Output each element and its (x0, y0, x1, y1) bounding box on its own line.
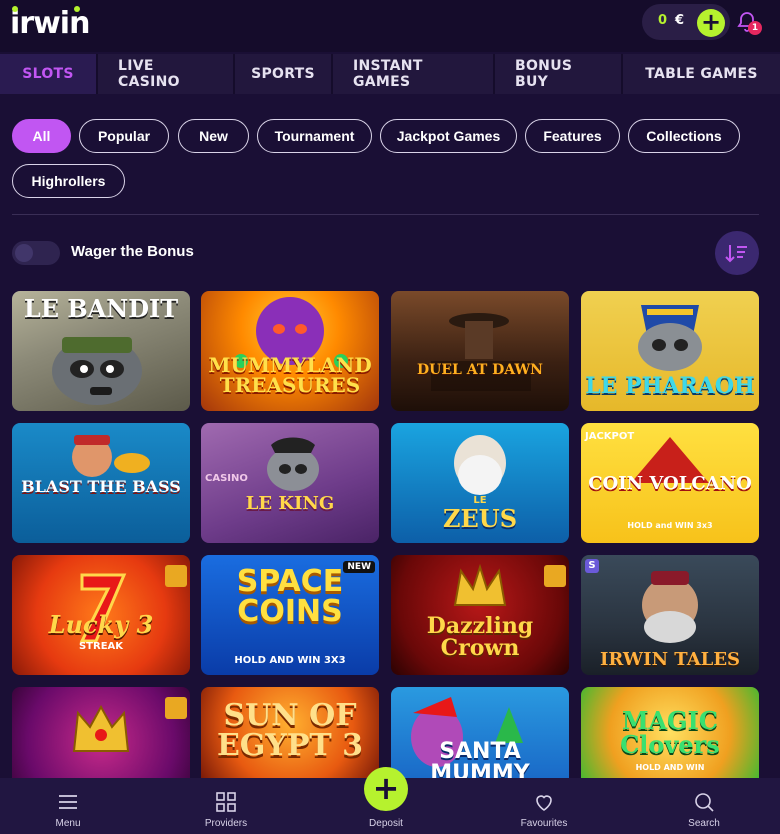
wager-bonus-toggle[interactable] (12, 241, 60, 265)
filter-new[interactable]: New (178, 119, 249, 153)
game-tile-sun-of-egypt-3[interactable]: SUN OF EGYPT 3 (201, 687, 379, 778)
filter-jackpot-games[interactable]: Jackpot Games (380, 119, 517, 153)
game-title: SUN OF EGYPT 3 (216, 698, 364, 763)
game-title: SANTA MUMMY (430, 739, 530, 779)
game-tile-santa-mummy[interactable]: SANTA MUMMY (391, 687, 569, 778)
game-tile-le-pharaoh[interactable]: LE PHARAOH (581, 291, 759, 411)
game-title: MUMMYLAND TREASURES (208, 353, 372, 397)
raccoon-bandit-art (52, 337, 142, 405)
game-tile-mummyland-treasures[interactable]: MUMMYLAND TREASURES (201, 291, 379, 411)
filter-all[interactable]: All (12, 119, 71, 153)
toggle-knob (15, 244, 33, 262)
irwin-logo[interactable]: irwin (10, 6, 90, 41)
game-title: BLAST THE BASS (21, 477, 181, 496)
grid-icon (216, 792, 236, 812)
tab-bonus-buy[interactable]: BONUS BUY (495, 54, 621, 94)
heart-icon (536, 795, 552, 811)
category-tabs: SLOTS LIVE CASINO SPORTS INSTANT GAMES B… (0, 54, 780, 94)
notification-badge: 1 (748, 21, 762, 35)
game-title: Dazzling Crown (426, 613, 534, 661)
game-tile-le-king[interactable]: CASINO LE KING (201, 423, 379, 543)
game-subtitle: HOLD AND WIN (635, 763, 705, 772)
top-header: irwin 0 € + 1 (0, 0, 780, 52)
nav-label: Providers (204, 818, 248, 829)
game-title: SPACE COINS (236, 564, 344, 629)
balance-amount: 0 (658, 13, 668, 28)
nav-label: Menu (55, 818, 81, 829)
game-subtitle: HOLD and WIN 3x3 (627, 521, 713, 530)
nav-providers[interactable]: Providers (176, 778, 276, 834)
nav-favourites[interactable]: Favourites (494, 778, 594, 834)
game-tile-space-coins[interactable]: NEW SPACE COINS HOLD AND WIN 3X3 (201, 555, 379, 675)
balance-currency: € (675, 13, 685, 28)
deposit-button[interactable]: + (364, 767, 408, 811)
sort-icon (725, 245, 747, 263)
tab-live-casino[interactable]: LIVE CASINO (98, 54, 233, 94)
game-title: COIN VOLCANO (588, 473, 752, 494)
filter-collections[interactable]: Collections (628, 119, 740, 153)
filter-tournament[interactable]: Tournament (257, 119, 372, 153)
game-tile-crown-jackpot[interactable] (12, 687, 190, 778)
game-tile-irwin-tales[interactable]: S IRWIN TALES (581, 555, 759, 675)
royal-crown-art (72, 704, 130, 752)
nav-label: Deposit (369, 818, 403, 829)
nav-label: Search (688, 818, 720, 829)
game-title: IRWIN TALES (599, 649, 741, 670)
filter-features[interactable]: Features (525, 119, 620, 153)
tab-instant-games[interactable]: INSTANT GAMES (333, 54, 493, 94)
tab-slots[interactable]: SLOTS (0, 54, 96, 94)
game-title: DUEL AT DAWN (417, 362, 543, 378)
menu-icon (59, 795, 77, 809)
filter-highrollers[interactable]: Highrollers (12, 164, 125, 198)
game-title: LE PHARAOH (585, 373, 755, 399)
game-tile-le-zeus[interactable]: LE ZEUS (391, 423, 569, 543)
game-subtitle: STREAK (78, 641, 124, 652)
sort-button[interactable] (715, 231, 759, 275)
wager-bonus-label: Wager the Bonus (71, 243, 194, 260)
game-tile-duel-at-dawn[interactable]: DUEL AT DAWN (391, 291, 569, 411)
game-title: MAGIC Clovers (620, 706, 720, 759)
game-tile-coin-volcano[interactable]: JACKPOT COIN VOLCANO HOLD and WIN 3x3 (581, 423, 759, 543)
tab-table-games[interactable]: TABLE GAMES (623, 54, 780, 94)
raccoon-king-art (267, 437, 319, 491)
logo-dot (74, 6, 80, 12)
game-tile-lucky-streak-3[interactable]: Lucky 3 STREAK (12, 555, 190, 675)
game-title: LE KING (245, 493, 335, 514)
cowboy-art (431, 313, 531, 391)
divider (12, 214, 759, 215)
search-icon (695, 793, 714, 812)
game-subtitle: HOLD AND WIN 3X3 (234, 655, 346, 666)
game-title: ZEUS (442, 504, 518, 533)
nav-label: Favourites (520, 818, 568, 829)
game-title: Lucky 3 (48, 610, 154, 639)
filter-popular[interactable]: Popular (79, 119, 169, 153)
tab-sports[interactable]: SPORTS (235, 54, 331, 94)
game-tile-dazzling-crown[interactable]: Dazzling Crown (391, 555, 569, 675)
game-tile-magic-clovers[interactable]: MAGIC Clovers HOLD AND WIN (581, 687, 759, 778)
game-tile-blast-the-bass[interactable]: BLAST THE BASS (12, 423, 190, 543)
nav-menu[interactable]: Menu (18, 778, 118, 834)
logo-dot (12, 6, 18, 12)
nav-search[interactable]: Search (654, 778, 754, 834)
add-funds-button[interactable]: + (697, 9, 725, 37)
game-tile-le-bandit[interactable]: LE BANDIT (12, 291, 190, 411)
